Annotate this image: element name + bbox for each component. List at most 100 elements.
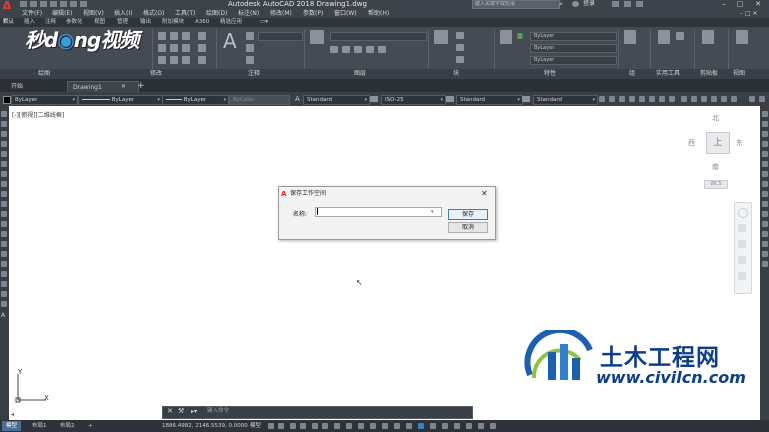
dimension-icon[interactable] xyxy=(246,32,254,40)
tab-start[interactable]: 开始 xyxy=(6,81,28,92)
rotate-icon[interactable] xyxy=(170,32,178,40)
toolbar-icon[interactable] xyxy=(659,96,665,102)
transparency-icon[interactable] xyxy=(382,423,388,429)
layer-tool-icon[interactable] xyxy=(366,46,374,53)
chamfer-icon[interactable] xyxy=(762,241,768,247)
offset-icon[interactable] xyxy=(198,56,206,64)
layer-properties-icon[interactable] xyxy=(310,30,324,44)
text-style-dropdown[interactable]: Standard ▾ xyxy=(303,95,370,105)
menu-parametric[interactable]: 参数(P) xyxy=(303,9,323,18)
revcloud-icon[interactable] xyxy=(1,181,7,187)
model-space-toggle[interactable]: 模型 xyxy=(246,421,265,431)
new-file-icon[interactable] xyxy=(20,1,27,7)
table-icon[interactable] xyxy=(246,56,254,64)
new-tab-button[interactable]: + xyxy=(137,80,145,92)
mirror-icon[interactable] xyxy=(170,44,178,52)
viewcube-east[interactable]: 东 xyxy=(736,138,743,148)
menu-file[interactable]: 文件(F) xyxy=(22,9,42,18)
utility-icon[interactable] xyxy=(676,32,684,40)
exchange-icon[interactable] xyxy=(612,1,619,7)
ribbon-tab-output[interactable]: 输出 xyxy=(140,18,151,27)
copy-icon[interactable] xyxy=(762,121,768,127)
search-input[interactable]: 键入关键字或短语 xyxy=(472,0,560,9)
scale-icon[interactable] xyxy=(170,56,178,64)
toolbar-icon[interactable] xyxy=(669,96,675,102)
group-label-view[interactable]: 视图 xyxy=(733,69,745,79)
dim-style-dropdown[interactable]: ISO-25 ▾ xyxy=(381,95,446,105)
close-icon[interactable]: ✕ xyxy=(167,406,173,417)
rectangle-icon[interactable] xyxy=(1,151,7,157)
ellipse-arc-icon[interactable] xyxy=(1,211,7,217)
polygon-icon[interactable] xyxy=(1,141,7,147)
ribbon-color-dropdown[interactable]: ByLayer xyxy=(530,32,617,41)
color-wheel-icon[interactable] xyxy=(517,33,524,39)
ortho-icon[interactable] xyxy=(312,423,318,429)
menu-view[interactable]: 视图(V) xyxy=(83,9,104,18)
auto-scale-icon[interactable] xyxy=(442,423,448,429)
group-label-utilities[interactable]: 实用工具 xyxy=(656,69,680,79)
explode-icon[interactable] xyxy=(198,44,206,52)
explode-icon[interactable] xyxy=(762,261,768,267)
group-label-groups[interactable]: 组 xyxy=(629,69,635,79)
wcs-menu[interactable]: WCS xyxy=(704,180,728,189)
menu-insert[interactable]: 插入(I) xyxy=(114,9,132,18)
menu-draw[interactable]: 绘图(D) xyxy=(206,9,227,18)
layer-tool-icon[interactable] xyxy=(342,46,350,53)
group-label-annotation[interactable]: 注释 xyxy=(248,69,260,79)
ribbon-linetype-dropdown[interactable]: ByLayer xyxy=(530,56,617,65)
ellipse-icon[interactable] xyxy=(1,201,7,207)
group-label-clipboard[interactable]: 剪贴板 xyxy=(700,69,718,79)
dynamic-ucs-icon[interactable] xyxy=(418,423,424,429)
join-icon[interactable] xyxy=(762,231,768,237)
spline-icon[interactable] xyxy=(1,191,7,197)
break-icon[interactable] xyxy=(762,221,768,227)
close-tab-icon[interactable]: ✕ xyxy=(121,81,126,92)
multileader-style-dropdown[interactable]: Standard ▾ xyxy=(533,95,598,105)
print-icon[interactable] xyxy=(60,1,67,7)
menu-format[interactable]: 格式(O) xyxy=(143,9,164,18)
steering-wheel-icon[interactable] xyxy=(738,208,748,218)
search-icon[interactable]: ⌕ xyxy=(559,1,563,8)
layer-color-dropdown[interactable]: ByLayer ▾ xyxy=(11,95,78,105)
base-view-icon[interactable] xyxy=(736,30,748,44)
mdi-controls[interactable]: – □ ✕ xyxy=(740,10,766,17)
coordinate-readout[interactable]: 1886.4982, 2146.5539, 0.0000 xyxy=(162,421,248,431)
ribbon-tab-featured-apps[interactable]: 精选应用 xyxy=(220,18,242,27)
text-a-icon[interactable]: A xyxy=(1,312,5,319)
polyline-icon[interactable] xyxy=(1,131,7,137)
grid-icon[interactable] xyxy=(268,423,274,429)
layer-tool-icon[interactable] xyxy=(330,46,338,53)
insert-block-icon[interactable] xyxy=(1,221,7,227)
fillet-icon[interactable] xyxy=(182,44,190,52)
viewcube-north[interactable]: 北 xyxy=(712,113,719,123)
saveas-icon[interactable] xyxy=(50,1,57,7)
object-snap-icon[interactable] xyxy=(358,423,364,429)
customize-icon[interactable] xyxy=(490,423,496,429)
paste-icon[interactable] xyxy=(702,30,714,44)
isolate-objects-icon[interactable] xyxy=(478,423,484,429)
toolbar-icon[interactable] xyxy=(691,96,697,102)
snap-icon[interactable] xyxy=(278,423,284,429)
leader-icon[interactable] xyxy=(246,44,254,52)
sign-in-link[interactable]: 登录 xyxy=(583,0,595,8)
block-tool-icon[interactable] xyxy=(456,56,464,63)
command-input[interactable]: 键入命令 xyxy=(207,406,229,417)
scale-icon[interactable] xyxy=(762,181,768,187)
add-layout-button[interactable]: + xyxy=(84,421,97,431)
array-icon[interactable] xyxy=(182,56,190,64)
erase-icon[interactable] xyxy=(762,111,768,117)
account-icon[interactable] xyxy=(624,1,631,7)
menu-modify[interactable]: 修改(M) xyxy=(270,9,292,18)
lineweight-icon[interactable] xyxy=(370,423,376,429)
stretch-icon[interactable] xyxy=(762,191,768,197)
offset-icon[interactable] xyxy=(762,141,768,147)
extend-icon[interactable] xyxy=(762,211,768,217)
toolbar-icon[interactable] xyxy=(639,96,645,102)
group-label-layers[interactable]: 图层 xyxy=(354,69,366,79)
object-snap-tracking-icon[interactable] xyxy=(346,423,352,429)
ribbon-lineweight-dropdown[interactable]: ByLayer xyxy=(530,44,617,53)
polar-icon[interactable] xyxy=(322,423,328,429)
undo-icon[interactable] xyxy=(70,1,77,7)
layer-dropdown[interactable] xyxy=(330,32,427,41)
group-label-block[interactable]: 块 xyxy=(453,69,459,79)
